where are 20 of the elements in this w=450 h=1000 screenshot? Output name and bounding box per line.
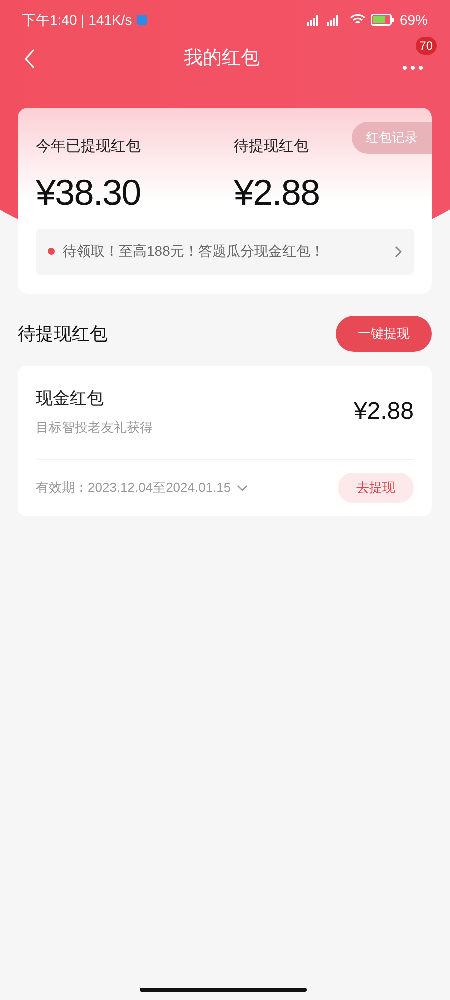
amount: ¥38.30 [36,174,141,210]
battery-icon [370,14,395,26]
promo-banner[interactable]: 待领取！至高188元！答题瓜分现金红包！ [36,228,414,274]
status-time: 下午1:40 | 141K/s [22,10,132,30]
coupon-title: 现金红包 [36,388,105,410]
validity-text: 有效期：2023.12.04至2024.01.15 [36,479,232,498]
amount: ¥2.88 [354,400,414,424]
notification-icon [137,15,148,25]
coupon-source: 目标智投老友礼获得 [36,418,153,436]
section-title: 待提现红包 [18,322,108,346]
amount: ¥2.88 [234,174,320,210]
withdraw-button[interactable]: 去提现 [338,473,414,503]
chevron-down-icon [237,484,248,492]
stat-label: 今年已提现红包 [36,137,141,157]
wifi-icon [350,14,366,26]
withdraw-all-button[interactable]: 一键提现 [336,316,432,352]
battery-percent: 69% [400,10,428,30]
chevron-right-icon [394,246,402,258]
stat-label: 待提现红包 [234,137,309,157]
page-title: 我的红包 [184,46,260,71]
